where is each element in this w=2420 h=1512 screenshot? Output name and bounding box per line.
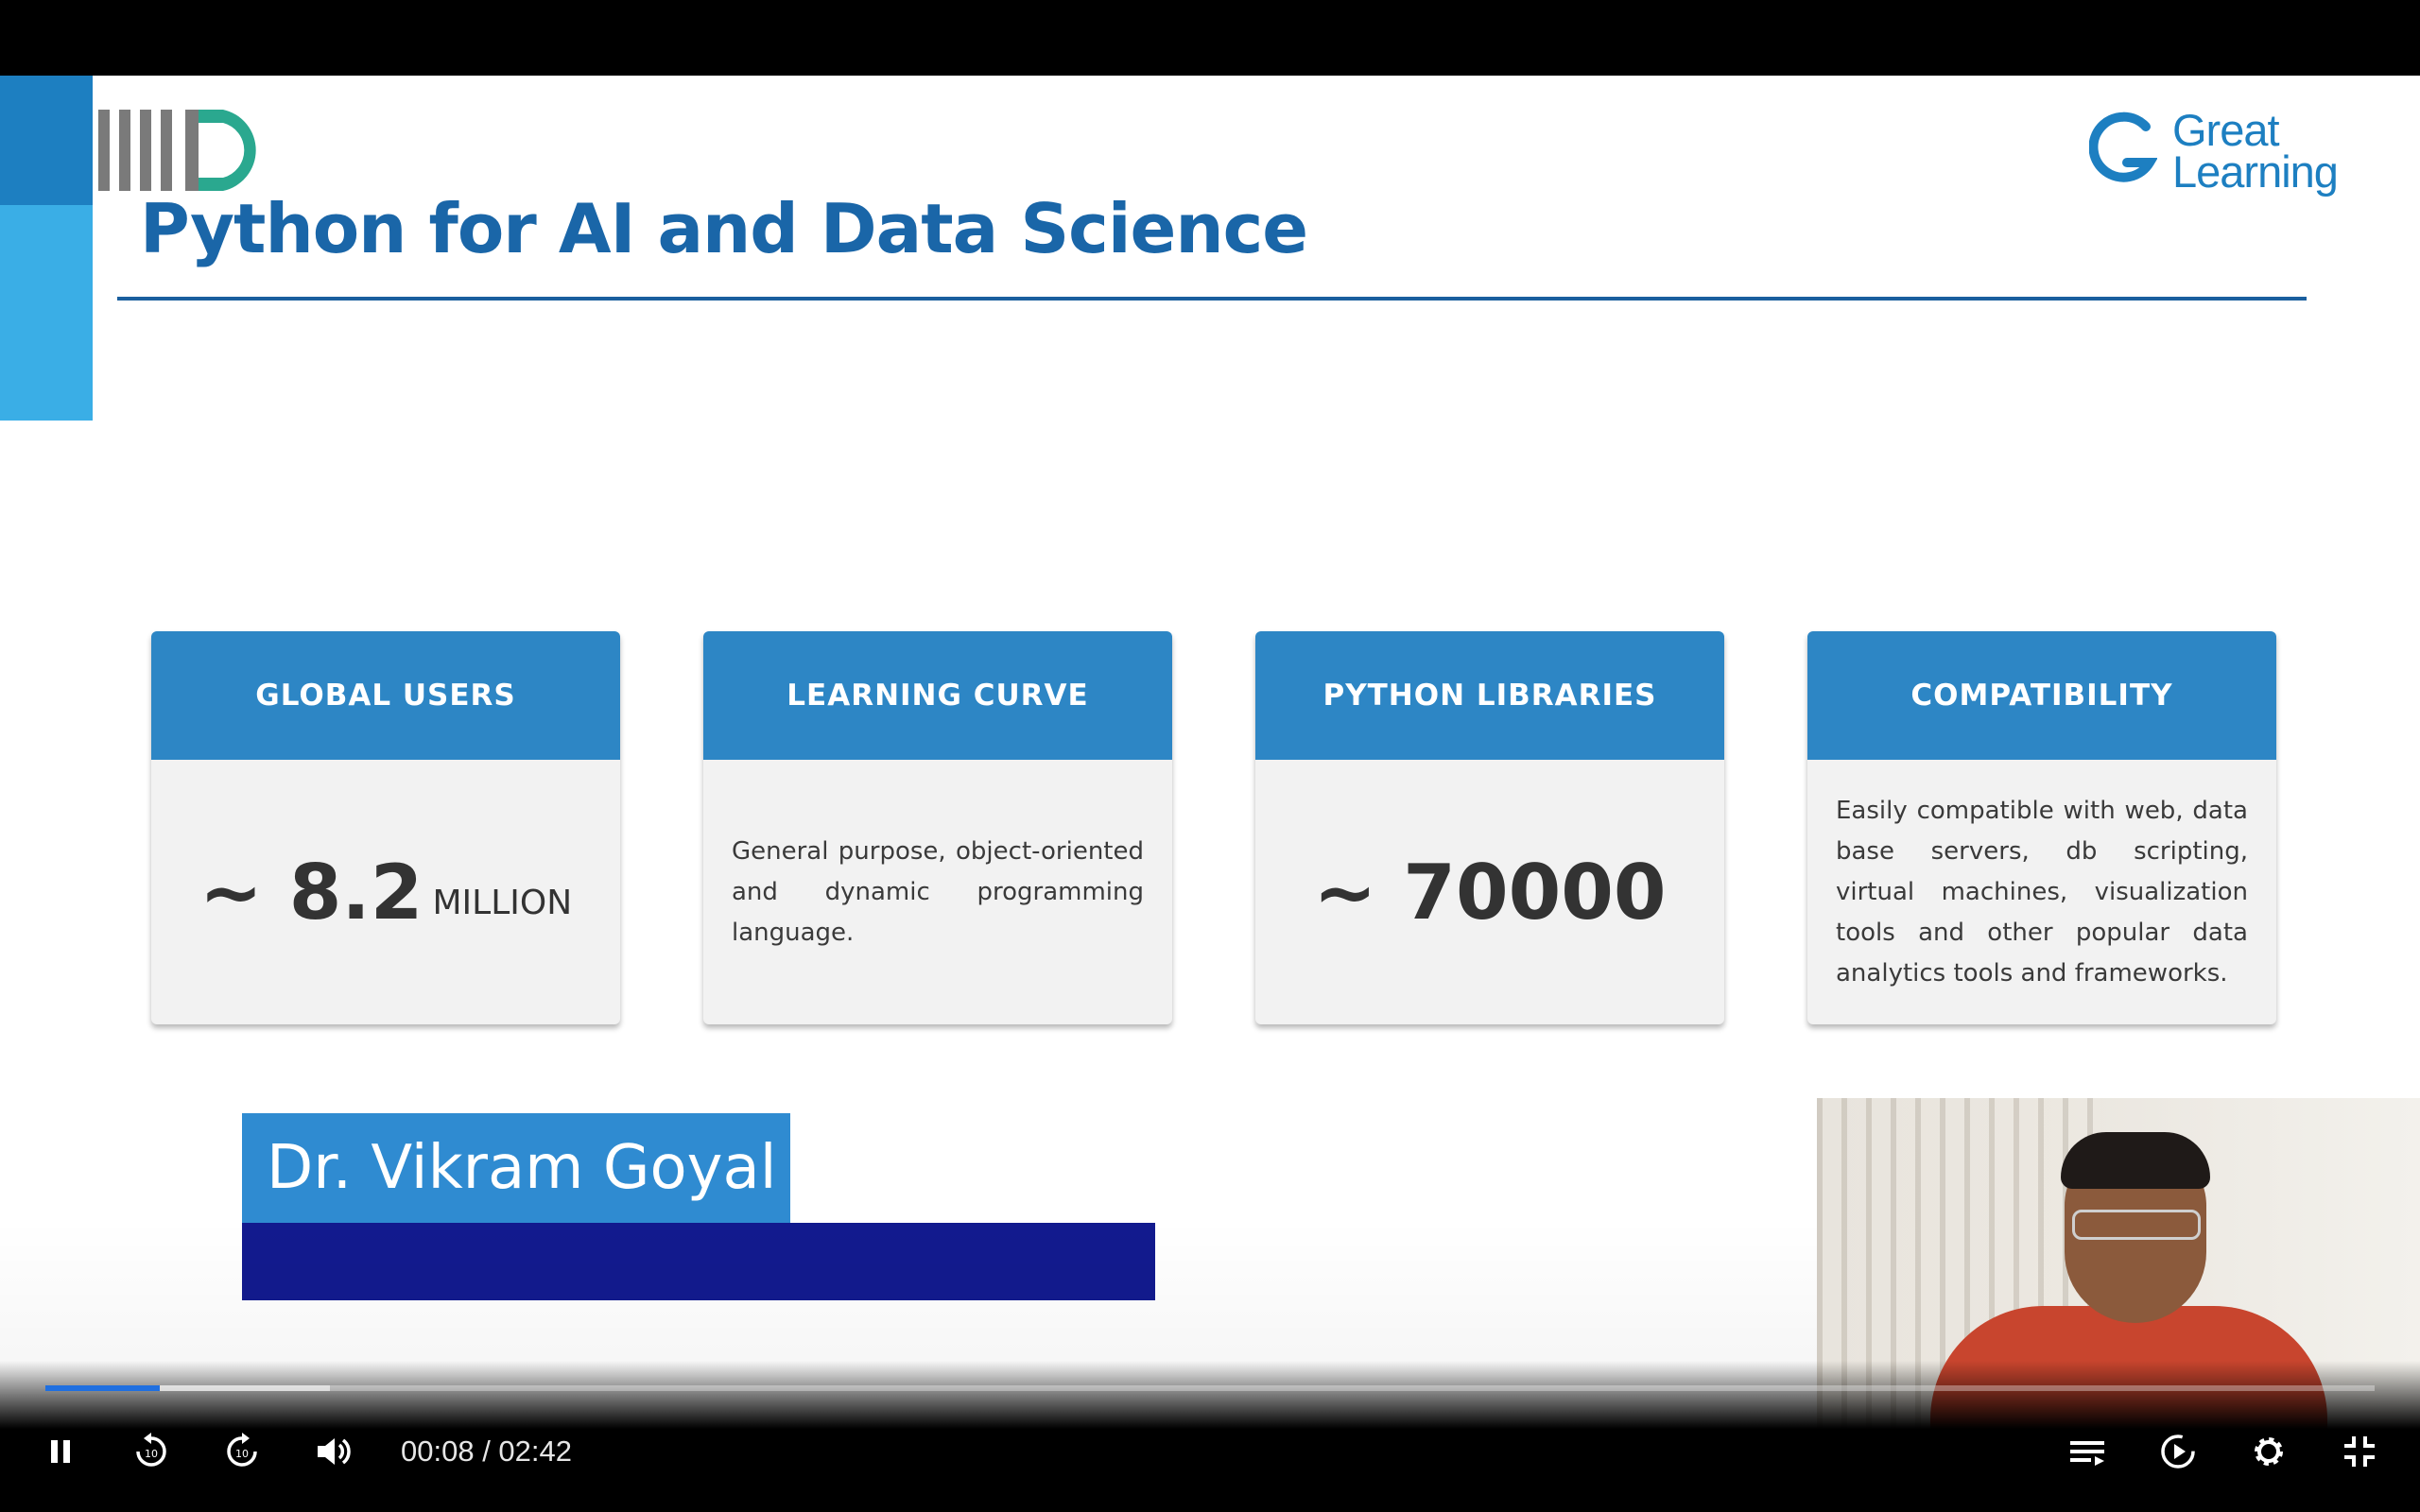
great-learning-logo: Great Learning [2089,104,2373,198]
card-body: ~ 8.2 MILLION [151,760,620,1024]
chapters-button[interactable] [2061,1425,2114,1478]
card-text: General purpose, object-oriented and dyn… [732,836,1144,947]
card-heading: LEARNING CURVE [703,631,1172,760]
card-python-libraries: PYTHON LIBRARIES ~ 70000 [1255,631,1724,1024]
card-text: Easily compatible with web, data base se… [1836,796,2248,988]
card-learning-curve: LEARNING CURVE General purpose, object-o… [703,631,1172,1024]
forward-10-icon: 10 [227,1433,257,1467]
card-heading: PYTHON LIBRARIES [1255,631,1724,760]
rewind-10-icon: 10 [136,1433,166,1467]
progress-bar[interactable] [45,1385,2375,1391]
svg-text:10: 10 [145,1448,158,1460]
slide-title: Python for AI and Data Science [140,189,1308,268]
gear-icon [2255,1437,2283,1466]
settings-button[interactable] [2242,1425,2295,1478]
progress-played [45,1385,160,1391]
autoplay-button[interactable] [2152,1425,2204,1478]
presenter-hair [2061,1132,2210,1189]
title-divider [117,297,2307,301]
forward-10-button[interactable]: 10 [216,1425,268,1478]
brand-line-2: Learning [2172,146,2339,197]
player-controls-bar [0,1361,2420,1512]
stat-value: ~ 70000 [1313,848,1667,936]
card-compatibility: COMPATIBILITY Easily compatible with web… [1807,631,2276,1024]
iiitd-logo [98,110,256,191]
exit-fullscreen-button[interactable] [2333,1425,2386,1478]
pause-icon [51,1440,70,1463]
card-body: ~ 70000 [1255,760,1724,1024]
great-learning-g-icon [2089,112,2157,182]
volume-icon [318,1438,351,1465]
card-body: General purpose, object-oriented and dyn… [703,760,1172,1024]
pause-button[interactable] [34,1425,87,1478]
time-separator: / [474,1435,499,1468]
autoplay-icon [2161,1435,2195,1469]
slide-accent-dark [0,76,93,205]
rewind-10-button[interactable]: 10 [125,1425,178,1478]
time-display: 00:08 / 02:42 [401,1435,572,1469]
time-total: 02:42 [498,1435,572,1468]
time-current: 00:08 [401,1435,475,1468]
chapters-icon [2070,1441,2104,1466]
video-frame[interactable]: Python for AI and Data Science Great Lea… [0,76,2420,1436]
card-heading: GLOBAL USERS [151,631,620,760]
brand-text: Great Learning [2172,105,2339,197]
brand-line-1: Great [2172,105,2280,155]
stat-unit: MILLION [432,883,573,922]
presenter-glasses [2072,1210,2201,1240]
presenter-name: Dr. Vikram Goyal [242,1113,790,1223]
stat-value: ~ 8.2 [199,848,424,936]
slide-accent-light [0,205,93,421]
exit-fullscreen-icon [2344,1436,2375,1467]
volume-button[interactable] [306,1425,359,1478]
card-global-users: GLOBAL USERS ~ 8.2 MILLION [151,631,620,1024]
card-body: Easily compatible with web, data base se… [1807,760,2276,1024]
card-heading: COMPATIBILITY [1807,631,2276,760]
svg-text:10: 10 [235,1448,249,1460]
